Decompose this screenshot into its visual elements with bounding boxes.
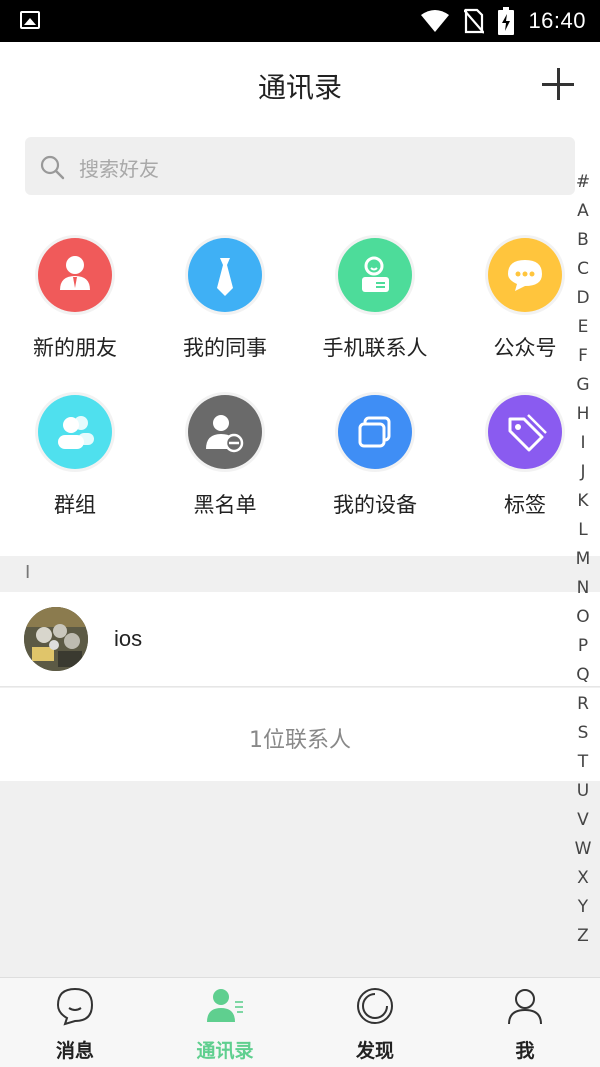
alphabet-index-letter[interactable]: W [572,835,594,864]
alphabet-index-letter[interactable]: L [572,516,594,545]
alphabet-index-letter[interactable]: X [572,864,594,893]
alphabet-index-letter[interactable]: M [572,545,594,574]
tab-label: 发现 [355,1040,394,1062]
alphabet-index-letter[interactable]: S [572,719,594,748]
add-plus-icon[interactable] [540,66,576,102]
tab-label: 通讯录 [196,1040,254,1062]
tab-label: 消息 [55,1040,94,1062]
shortcut-label: 我的同事 [183,336,267,360]
tag-icon [488,395,562,469]
bottom-tab-bar: 消息 通讯录 发现 我 [0,977,600,1067]
official-account-chat-icon [488,238,562,312]
shortcut-label: 我的设备 [333,493,417,517]
shortcut-label: 群组 [54,493,96,517]
contact-row[interactable]: ios [0,592,600,687]
app-header: 通讯录 [0,42,600,126]
shortcut-label: 新的朋友 [33,336,117,360]
group-icon [38,395,112,469]
alphabet-index-letter[interactable]: N [572,574,594,603]
contacts-icon [207,989,243,1022]
colleague-tie-icon [188,238,262,312]
avatar [24,607,88,671]
shortcut-label: 黑名单 [193,493,257,517]
status-bar: 16:40 [0,0,600,42]
alphabet-index-letter[interactable]: A [572,197,594,226]
alphabet-index-letter[interactable]: K [572,487,594,516]
blacklist-icon [188,395,262,469]
device-icon [338,395,412,469]
alphabet-index-letter[interactable]: U [572,777,594,806]
search-bar[interactable]: 搜索好友 [25,137,575,195]
alphabet-index-letter[interactable]: B [572,226,594,255]
search-icon [40,155,65,180]
alphabet-index-letter[interactable]: H [572,400,594,429]
shortcut-groups[interactable]: 群组 [0,395,150,519]
wifi-icon [421,10,450,32]
alphabet-index-letter[interactable]: R [572,690,594,719]
alphabet-index-letter[interactable]: C [572,255,594,284]
alphabet-index-letter[interactable]: Q [572,661,594,690]
profile-icon [508,989,542,1025]
alphabet-index[interactable]: # A B C D E F G H I J K L M N O P Q R S T U V W X Y Z [572,168,594,951]
tab-discover[interactable]: 发现 [300,978,450,1067]
shortcut-my-devices[interactable]: 我的设备 [300,395,450,519]
alphabet-index-letter[interactable]: Z [572,922,594,951]
discover-icon [357,988,393,1024]
alphabet-index-letter[interactable]: D [572,284,594,313]
section-header: I [0,556,600,592]
no-sim-icon [464,8,485,34]
alphabet-index-letter[interactable]: G [572,371,594,400]
new-friend-icon [38,238,112,312]
shortcut-blacklist[interactable]: 黑名单 [150,395,300,519]
page-title: 通讯录 [257,71,342,104]
tab-messages[interactable]: 消息 [0,978,150,1067]
contact-count-footer: 1位联系人 [0,688,600,781]
alphabet-index-letter[interactable]: P [572,632,594,661]
contact-count: 1位联系人 [249,728,351,753]
battery-charging-icon [498,7,515,35]
message-bubble-icon [56,987,94,1026]
clock: 16:40 [528,8,586,33]
alphabet-index-letter[interactable]: # [572,168,594,197]
alphabet-index-letter[interactable]: T [572,748,594,777]
alphabet-index-letter[interactable]: F [572,342,594,371]
alphabet-index-letter[interactable]: E [572,313,594,342]
shortcut-colleagues[interactable]: 我的同事 [150,238,300,362]
shortcut-label: 手机联系人 [322,336,428,360]
alphabet-index-letter[interactable]: Y [572,893,594,922]
shortcut-phone-contacts[interactable]: 手机联系人 [300,238,450,362]
alphabet-index-letter[interactable]: J [572,458,594,487]
tab-label: 我 [515,1040,535,1062]
tab-contacts[interactable]: 通讯录 [150,978,300,1067]
contact-name: ios [114,626,143,651]
phone-contact-icon [338,238,412,312]
search-placeholder: 搜索好友 [79,157,159,181]
alphabet-index-letter[interactable]: I [572,429,594,458]
section-letter: I [25,562,31,583]
alphabet-index-letter[interactable]: O [572,603,594,632]
tab-me[interactable]: 我 [450,978,600,1067]
alphabet-index-letter[interactable]: V [572,806,594,835]
contacts-main: 搜索好友 新的朋友 我的同事 手机联系人 公众号 群组 黑名单 我的设备 标签 [0,126,600,556]
image-notification-icon [20,11,40,29]
shortcut-new-friend[interactable]: 新的朋友 [0,238,150,362]
